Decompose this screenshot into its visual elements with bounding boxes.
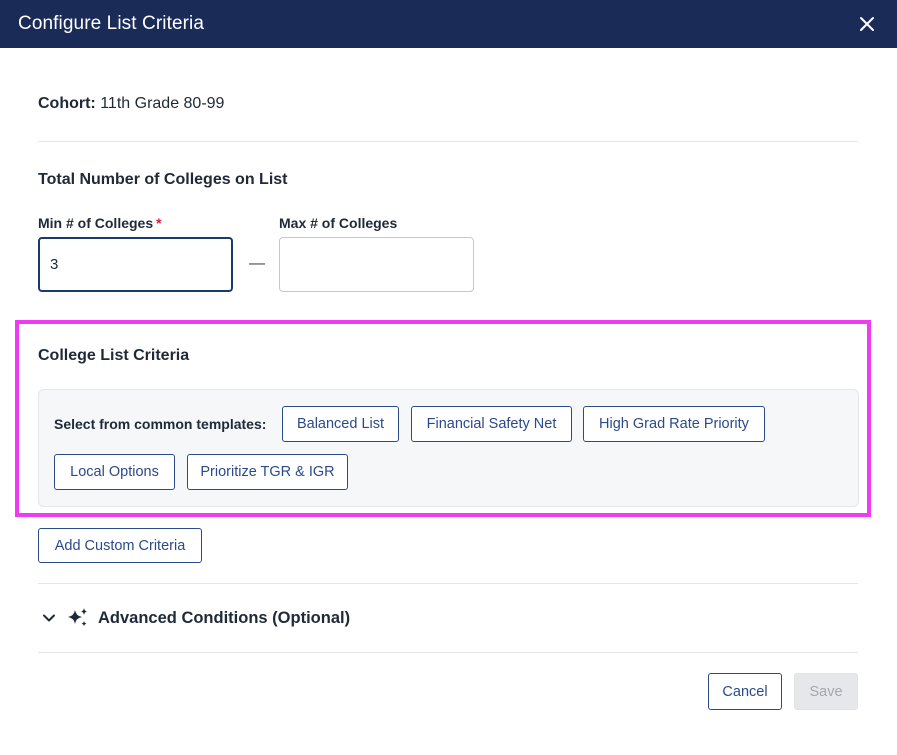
total-colleges-title: Total Number of Colleges on List xyxy=(38,171,288,188)
template-financial-safety-net-button[interactable]: Financial Safety Net xyxy=(411,406,572,442)
close-icon xyxy=(860,17,874,31)
range-separator: — xyxy=(249,255,265,272)
advanced-conditions-toggle[interactable]: Advanced Conditions (Optional) xyxy=(38,604,350,632)
close-button[interactable] xyxy=(857,14,877,34)
cancel-button[interactable]: Cancel xyxy=(708,673,782,710)
add-custom-criteria-button[interactable]: Add Custom Criteria xyxy=(38,528,202,563)
cohort-label: Cohort: xyxy=(38,95,96,112)
configure-list-criteria-dialog: Configure List Criteria Cohort: 11th Gra… xyxy=(0,0,897,755)
required-marker: * xyxy=(156,215,162,231)
save-button[interactable]: Save xyxy=(794,673,858,710)
divider xyxy=(38,652,858,653)
template-balanced-list-button[interactable]: Balanced List xyxy=(282,406,399,442)
divider xyxy=(38,583,858,584)
min-colleges-label: Min # of Colleges * xyxy=(38,215,162,231)
max-colleges-input[interactable] xyxy=(279,237,474,292)
template-local-options-button[interactable]: Local Options xyxy=(54,454,175,490)
min-colleges-label-text: Min # of Colleges xyxy=(38,215,154,231)
max-colleges-label: Max # of Colleges xyxy=(279,215,398,231)
advanced-conditions-label: Advanced Conditions (Optional) xyxy=(98,608,351,627)
cohort-info: Cohort: 11th Grade 80-99 xyxy=(38,95,224,113)
template-high-grad-rate-priority-button[interactable]: High Grad Rate Priority xyxy=(583,406,765,442)
dialog-header: Configure List Criteria xyxy=(0,0,897,48)
templates-label: Select from common templates: xyxy=(54,416,267,432)
dialog-title: Configure List Criteria xyxy=(18,13,205,34)
college-list-criteria-title: College List Criteria xyxy=(38,347,190,364)
chevron-down-icon xyxy=(43,614,55,622)
template-prioritize-tgr-igr-button[interactable]: Prioritize TGR & IGR xyxy=(187,454,348,490)
min-colleges-input[interactable] xyxy=(38,237,233,292)
sparkle-icon xyxy=(68,608,87,627)
cohort-value: 11th Grade 80-99 xyxy=(100,95,225,112)
divider xyxy=(38,141,858,142)
